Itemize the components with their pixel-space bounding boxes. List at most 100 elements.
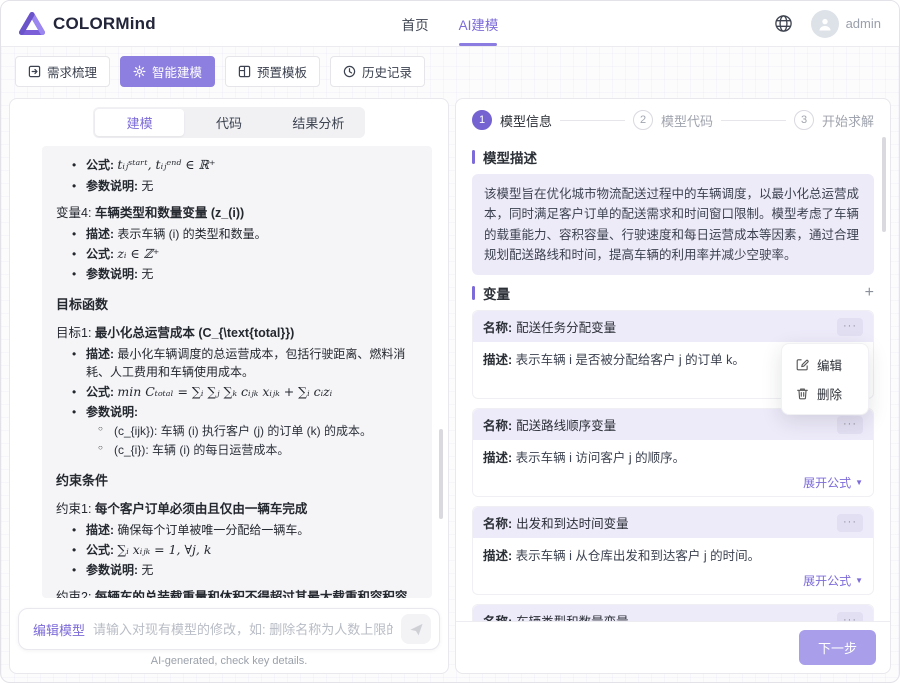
doc-heading-prefix: 目标1: (56, 326, 95, 340)
edit-pencil-icon (796, 358, 809, 371)
doc-heading: 约束2: 每辆车的总装载重量和体积不得超过其最大载重和容积容量 (56, 588, 418, 598)
toolbar-label: 历史记录 (362, 62, 412, 81)
step-model-info[interactable]: 1 模型信息 (472, 110, 552, 130)
toolbar-history-button[interactable]: 历史记录 (330, 56, 425, 87)
doc-heading-title: 约束条件 (56, 473, 108, 488)
doc-bullet-list: 描述: 最小化车辆调度的总运营成本，包括行驶距离、燃料消耗、人工费用和车辆使用成… (56, 345, 418, 460)
add-variable-button[interactable]: + (865, 285, 874, 301)
model-info-panel: 1 模型信息 2 模型代码 3 开始求解 模型描述 (455, 98, 891, 674)
doc-bullet-item: 描述: 表示车辆 (i) 的类型和数量。 (56, 225, 418, 243)
variable-card: 名称: 配送任务分配变量 ··· 描述: 表示车辆 i 是否被分配给客户 j 的… (472, 310, 874, 399)
right-scrollbar[interactable] (882, 137, 886, 232)
step-label: 模型代码 (661, 111, 713, 130)
doc-item-label: 参数说明: (86, 405, 138, 419)
section-variables: 变量 + (472, 283, 874, 303)
variable-card-body: 描述: 表示车辆 i 访问客户 j 的顺序。 展开公式▼ (473, 440, 873, 496)
doc-item-label: 公式: (86, 247, 117, 261)
toolbar-label: 需求梳理 (47, 62, 97, 81)
variable-card-header: 名称: 配送任务分配变量 ··· (473, 311, 873, 342)
menu-item-delete[interactable]: 删除 (788, 379, 862, 408)
section-model-description: 模型描述 (472, 147, 874, 167)
more-menu-button[interactable]: ··· (837, 318, 863, 336)
doc-heading-title: 每辆车的总装载重量和体积不得超过其最大载重和容积容量 (56, 590, 407, 598)
doc-bullet-item: 公式: tᵢⱼˢᵗᵃʳᵗ, tᵢⱼᵉⁿᵈ ∈ ℝ⁺ (56, 156, 418, 175)
step-start-solve[interactable]: 3 开始求解 (794, 110, 874, 130)
doc-bullet-item: 描述: 确保每个订单被唯一分配给一辆车。 (56, 521, 418, 539)
doc-bullet-item: 公式: zᵢ ∈ ℤ⁺ (56, 245, 418, 264)
edit-model-label: 编辑模型 (33, 620, 85, 639)
doc-bullet-item: 参数说明: 无 (56, 265, 418, 283)
toolbar-smart-modeling-button[interactable]: 智能建模 (120, 56, 215, 87)
name-label: 名称: (483, 415, 512, 434)
doc-item-text: 无 (141, 563, 153, 577)
doc-formula: ∑ᵢ xᵢⱼₖ = 1, ∀j, k (117, 542, 211, 557)
edit-model-input[interactable] (93, 622, 393, 637)
doc-bullet-item: 参数说明: 无 (56, 177, 418, 195)
variable-name: 配送路线顺序变量 (516, 415, 616, 434)
variable-card: 名称: 出发和到达时间变量 ··· 描述: 表示车辆 i 从仓库出发和到达客户 … (472, 506, 874, 595)
send-button[interactable] (401, 614, 431, 644)
desc-label: 描述: (483, 353, 512, 367)
doc-sub-list: (c_{ijk}): 车辆 (i) 执行客户 (j) 的订单 (k) 的成本。(… (86, 422, 418, 459)
desc-label: 描述: (483, 549, 512, 563)
tab-result-analysis[interactable]: 结果分析 (274, 109, 363, 136)
step-number: 1 (472, 110, 492, 130)
left-scrollbar[interactable] (439, 429, 443, 519)
doc-heading-prefix: 约束1: (56, 502, 95, 516)
step-number: 3 (794, 110, 814, 130)
toolbar-templates-button[interactable]: 预置模板 (225, 56, 320, 87)
user-menu[interactable]: admin (811, 10, 881, 38)
model-markdown-panel: 建模 代码 结果分析 公式: tᵢⱼˢᵗᵃʳᵗ, tᵢⱼᵉⁿᵈ ∈ ℝ⁺ 参数说明… (9, 98, 449, 674)
doc-bullet-item: 公式: min Cₜₒₜₐₗ = ∑ᵢ ∑ⱼ ∑ₖ cᵢⱼₖ xᵢⱼₖ + ∑ᵢ… (56, 383, 418, 402)
doc-bullet-list: 描述: 表示车辆 (i) 的类型和数量。公式: zᵢ ∈ ℤ⁺参数说明: 无 (56, 225, 418, 284)
doc-item-label: 参数说明: (86, 179, 141, 193)
colormind-logo-icon (19, 12, 45, 36)
tab-code[interactable]: 代码 (184, 109, 273, 136)
doc-bullet-item: 描述: 最小化车辆调度的总运营成本，包括行驶距离、燃料消耗、人工费用和车辆使用成… (56, 345, 418, 381)
variable-name: 车辆类型和数量变量 (516, 611, 629, 621)
doc-item-text: 确保每个订单被唯一分配给一辆车。 (117, 523, 309, 537)
doc-sub-item: (c_{ijk}): 车辆 (i) 执行客户 (j) 的订单 (k) 的成本。 (86, 422, 418, 440)
requirement-frame-icon (28, 65, 41, 78)
menu-item-edit[interactable]: 编辑 (788, 350, 862, 379)
doc-item-label: 公式: (86, 158, 117, 172)
more-menu-button[interactable]: ··· (837, 416, 863, 434)
doc-item-text: 无 (141, 179, 153, 193)
nav-item-home[interactable]: 首页 (402, 1, 429, 46)
doc-heading-title: 车辆类型和数量变量 (z_(i)) (95, 206, 244, 220)
user-name: admin (846, 16, 881, 31)
variable-card-header: 名称: 车辆类型和数量变量 ··· (473, 605, 873, 621)
step-label: 模型信息 (500, 111, 552, 130)
expand-formula-link[interactable]: 展开公式▼ (803, 474, 863, 491)
tab-modeling[interactable]: 建模 (95, 109, 184, 136)
more-menu-button[interactable]: ··· (837, 612, 863, 622)
doc-item-label: 描述: (86, 523, 117, 537)
variable-name: 配送任务分配变量 (516, 317, 616, 336)
doc-heading: 约束1: 每个客户订单必须由且仅由一辆车完成 (56, 500, 418, 519)
step-connector (721, 120, 786, 121)
section-accent-bar (472, 150, 475, 164)
variable-name: 出发和到达时间变量 (516, 513, 629, 532)
next-step-button[interactable]: 下一步 (799, 630, 876, 665)
trash-icon (796, 387, 809, 400)
doc-item-label: 公式: (86, 543, 117, 557)
doc-heading-title: 目标函数 (56, 297, 108, 312)
variable-desc: 表示车辆 i 从仓库出发和到达客户 j 的时间。 (516, 549, 760, 563)
doc-item-text: 表示车辆 (i) 的类型和数量。 (117, 227, 266, 241)
stepper: 1 模型信息 2 模型代码 3 开始求解 (456, 99, 890, 139)
step-model-code[interactable]: 2 模型代码 (633, 110, 713, 130)
doc-heading: 约束条件 (56, 471, 418, 491)
desc-label: 描述: (483, 451, 512, 465)
toolbar: 需求梳理 智能建模 预置模板 (1, 47, 899, 94)
more-menu-button[interactable]: ··· (837, 514, 863, 532)
expand-formula-link[interactable]: 展开公式▼ (803, 572, 863, 589)
nav-item-ai-modeling[interactable]: AI建模 (459, 1, 499, 46)
language-globe-icon[interactable] (774, 14, 793, 33)
toolbar-requirement-button[interactable]: 需求梳理 (15, 56, 110, 87)
menu-item-label: 编辑 (817, 355, 842, 374)
doc-item-label: 公式: (86, 385, 117, 399)
variable-card-header: 名称: 出发和到达时间变量 ··· (473, 507, 873, 538)
brand: COLORMind (19, 12, 156, 36)
variable-desc: 表示车辆 i 是否被分配给客户 j 的订单 k。 (516, 353, 745, 367)
variable-context-menu: 编辑 删除 (781, 343, 869, 415)
